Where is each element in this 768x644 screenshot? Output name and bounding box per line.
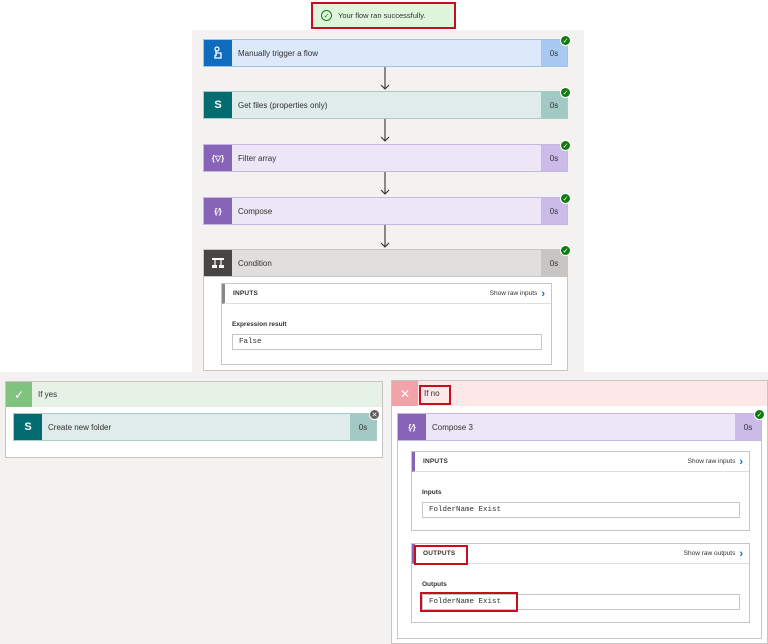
- expression-result-value: False: [232, 334, 542, 350]
- step-create-new-folder[interactable]: S Create new folder 0s ✕: [13, 409, 380, 441]
- connector-arrow: [380, 225, 390, 249]
- inputs-header: INPUTS Show raw inputs ›: [412, 452, 749, 472]
- show-raw-outputs-label: Show raw outputs: [683, 550, 736, 557]
- filter-braces-icon: {▽}: [204, 145, 232, 171]
- inputs-field-value: FolderName Exist: [422, 502, 740, 518]
- if-yes-title: If yes: [38, 390, 58, 399]
- success-check-icon: ✓: [321, 10, 332, 21]
- check-icon: ✓: [6, 382, 32, 407]
- success-check-icon: ✓: [560, 140, 571, 151]
- success-check-icon: ✓: [560, 87, 571, 98]
- outputs-field-label: Outputs: [422, 581, 447, 588]
- branch-if-no: ✕ If no {∕} Compose 3 0s ✓ INPUTS Show r…: [391, 380, 768, 644]
- step-label: Create new folder: [48, 422, 112, 432]
- inputs-header: INPUTS Show raw inputs ›: [222, 284, 551, 304]
- step-manual-trigger[interactable]: Manually trigger a flow 0s ✓: [203, 35, 571, 67]
- banner-text: Your flow ran successfully.: [338, 11, 426, 20]
- skipped-x-icon: ✕: [369, 409, 380, 420]
- condition-inputs-section: INPUTS Show raw inputs › Expression resul…: [221, 283, 552, 365]
- step-label: Filter array: [238, 153, 277, 163]
- show-raw-inputs-link[interactable]: Show raw inputs ›: [490, 288, 545, 300]
- step-label: Manually trigger a flow: [238, 48, 319, 58]
- step-get-files[interactable]: S Get files (properties only) 0s ✓: [203, 87, 571, 119]
- expression-result-label: Expression result: [232, 321, 287, 328]
- if-yes-header[interactable]: ✓ If yes: [6, 382, 382, 407]
- chevron-right-icon: ›: [541, 287, 545, 300]
- branch-if-yes: ✓ If yes S Create new folder 0s ✕: [5, 381, 383, 458]
- condition-icon: [204, 250, 232, 276]
- step-condition[interactable]: Condition 0s ✓: [203, 245, 571, 277]
- step-label: Get files (properties only): [238, 100, 328, 110]
- show-raw-inputs-label: Show raw inputs: [687, 458, 736, 465]
- compose-braces-icon: {∕}: [204, 198, 232, 224]
- success-check-icon: ✓: [560, 193, 571, 204]
- highlight-box: [420, 592, 518, 612]
- show-raw-inputs-label: Show raw inputs: [489, 290, 538, 297]
- compose-braces-icon: {∕}: [398, 414, 426, 440]
- close-x-icon: ✕: [392, 381, 418, 406]
- inputs-title: INPUTS: [233, 290, 259, 297]
- highlight-box: [419, 385, 451, 405]
- step-label: Compose: [238, 206, 273, 216]
- show-raw-inputs-link[interactable]: Show raw inputs ›: [688, 456, 743, 468]
- chevron-right-icon: ›: [739, 547, 743, 560]
- inputs-field-label: Inputs: [422, 489, 442, 496]
- highlight-box: [414, 545, 468, 565]
- compose-3-inputs-section: INPUTS Show raw inputs › Inputs FolderNam…: [411, 451, 750, 531]
- show-raw-outputs-link[interactable]: Show raw outputs ›: [684, 548, 743, 560]
- success-check-icon: ✓: [560, 245, 571, 256]
- step-label: Compose 3: [432, 422, 473, 432]
- connector-arrow: [380, 172, 390, 196]
- sharepoint-icon: S: [14, 414, 42, 440]
- compose-3-outputs-section: OUTPUTS Show raw outputs › Outputs Folder…: [411, 543, 750, 623]
- step-label: Condition: [238, 258, 272, 268]
- hand-tap-icon: [204, 40, 232, 66]
- step-compose[interactable]: {∕} Compose 0s ✓: [203, 193, 571, 225]
- connector-arrow: [380, 67, 390, 91]
- success-check-icon: ✓: [754, 409, 765, 420]
- inputs-title: INPUTS: [423, 458, 449, 465]
- success-check-icon: ✓: [560, 35, 571, 46]
- chevron-right-icon: ›: [739, 455, 743, 468]
- run-success-banner: ✓ Your flow ran successfully.: [311, 2, 456, 29]
- step-filter-array[interactable]: {▽} Filter array 0s ✓: [203, 140, 571, 172]
- sharepoint-icon: S: [204, 92, 232, 118]
- condition-details: INPUTS Show raw inputs › Expression resul…: [203, 277, 568, 371]
- connector-arrow: [380, 119, 390, 143]
- step-compose-3[interactable]: {∕} Compose 3 0s ✓: [397, 409, 765, 441]
- compose-3-details: INPUTS Show raw inputs › Inputs FolderNam…: [397, 441, 762, 639]
